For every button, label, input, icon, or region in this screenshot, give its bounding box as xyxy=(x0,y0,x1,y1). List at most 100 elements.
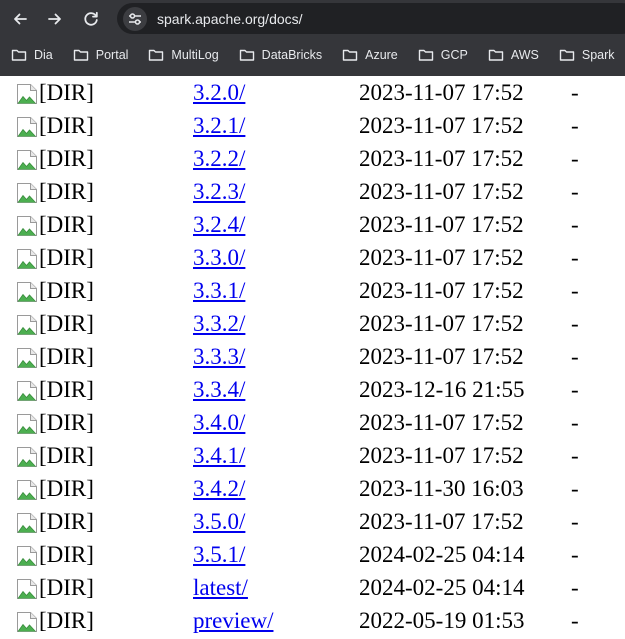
reload-button[interactable] xyxy=(78,6,104,32)
directory-link[interactable]: 3.3.3/ xyxy=(193,344,245,370)
listing-row: [DIR] 3.2.4/ 2023-11-07 17:52 - xyxy=(0,208,625,241)
broken-image-icon xyxy=(16,413,38,435)
url-text[interactable]: spark.apache.org/docs/ xyxy=(157,11,303,27)
folder-icon xyxy=(73,49,88,61)
address-bar[interactable]: spark.apache.org/docs/ xyxy=(117,3,625,34)
directory-link[interactable]: 3.4.0/ xyxy=(193,410,245,436)
image-alt-text: [DIR] xyxy=(39,245,94,270)
directory-link[interactable]: 3.3.4/ xyxy=(193,377,245,403)
image-alt-text: [DIR] xyxy=(39,113,94,138)
file-size: - xyxy=(571,80,579,105)
image-alt-text: [DIR] xyxy=(39,542,94,567)
last-modified: 2023-11-07 17:52 xyxy=(359,344,524,369)
last-modified: 2023-12-16 21:55 xyxy=(359,377,525,402)
directory-link[interactable]: 3.3.2/ xyxy=(193,311,245,337)
directory-link[interactable]: 3.2.4/ xyxy=(193,212,245,238)
folder-icon xyxy=(488,49,504,61)
directory-link[interactable]: 3.3.0/ xyxy=(193,245,245,271)
broken-image-icon xyxy=(16,446,38,468)
bookmark-label: MultiLog xyxy=(171,48,219,62)
directory-link[interactable]: 3.5.1/ xyxy=(193,542,245,568)
directory-link[interactable]: preview/ xyxy=(193,608,273,634)
directory-link[interactable]: 3.5.0/ xyxy=(193,509,245,535)
file-size: - xyxy=(571,311,579,336)
last-modified: 2023-11-07 17:52 xyxy=(359,509,524,534)
listing-row: [DIR] latest/ 2024-02-25 04:14 - xyxy=(0,571,625,604)
listing-row: [DIR] 3.3.0/ 2023-11-07 17:52 - xyxy=(0,241,625,274)
file-size: - xyxy=(571,146,579,171)
directory-link[interactable]: latest/ xyxy=(193,575,248,601)
broken-image-icon xyxy=(16,380,38,402)
broken-image-icon xyxy=(16,611,38,633)
bookmark-folder-aws[interactable]: AWS xyxy=(488,48,539,62)
broken-image-icon xyxy=(16,347,38,369)
directory-link[interactable]: 3.4.1/ xyxy=(193,443,245,469)
bookmark-folder-gcp[interactable]: GCP xyxy=(418,48,468,62)
forward-button[interactable] xyxy=(42,6,68,32)
bookmark-folder-dia[interactable]: Dia xyxy=(11,48,53,62)
bookmark-label: GCP xyxy=(440,48,468,62)
file-size: - xyxy=(571,410,579,435)
bookmark-folder-azure[interactable]: Azure xyxy=(342,48,398,62)
last-modified: 2022-05-19 01:53 xyxy=(359,608,525,633)
file-size: - xyxy=(571,212,579,237)
directory-link[interactable]: 3.3.1/ xyxy=(193,278,245,304)
bookmark-folder-multilog[interactable]: MultiLog xyxy=(148,48,219,62)
directory-link[interactable]: 3.2.2/ xyxy=(193,146,245,172)
bookmark-label: Spark xyxy=(581,48,615,62)
image-alt-text: [DIR] xyxy=(39,311,94,336)
tune-icon xyxy=(129,12,141,25)
back-button[interactable] xyxy=(7,6,33,32)
last-modified: 2023-11-07 17:52 xyxy=(359,212,524,237)
listing-row: [DIR] 3.5.0/ 2023-11-07 17:52 - xyxy=(0,505,625,538)
image-alt-text: [DIR] xyxy=(39,443,94,468)
image-alt-text: [DIR] xyxy=(39,410,94,435)
last-modified: 2023-11-07 17:52 xyxy=(359,146,524,171)
last-modified: 2023-11-07 17:52 xyxy=(359,278,524,303)
broken-image-icon xyxy=(16,215,38,237)
file-size: - xyxy=(571,278,579,303)
file-size: - xyxy=(571,344,579,369)
broken-image-icon xyxy=(16,578,38,600)
last-modified: 2023-11-30 16:03 xyxy=(359,476,524,501)
bookmark-label: Dia xyxy=(34,48,53,62)
file-size: - xyxy=(571,179,579,204)
file-size: - xyxy=(571,575,579,600)
broken-image-icon xyxy=(16,182,38,204)
file-size: - xyxy=(571,377,579,402)
last-modified: 2024-02-25 04:14 xyxy=(359,575,525,600)
directory-listing: [DIR] 3.2.0/ 2023-11-07 17:52 - [DIR] 3.… xyxy=(0,76,625,637)
directory-link[interactable]: 3.2.0/ xyxy=(193,80,245,106)
file-size: - xyxy=(571,245,579,270)
directory-link[interactable]: 3.4.2/ xyxy=(193,476,245,502)
bookmark-folder-portal[interactable]: Portal xyxy=(73,48,128,62)
listing-row: [DIR] 3.2.0/ 2023-11-07 17:52 - xyxy=(0,76,625,109)
arrow-right-icon xyxy=(48,13,61,25)
last-modified: 2023-11-07 17:52 xyxy=(359,311,524,336)
folder-icon xyxy=(11,49,27,61)
folder-icon xyxy=(149,49,164,61)
image-alt-text: [DIR] xyxy=(39,80,94,105)
listing-row: [DIR] 3.4.1/ 2023-11-07 17:52 - xyxy=(0,439,625,472)
bookmark-label: DataBricks xyxy=(261,48,323,62)
listing-row: [DIR] 3.2.3/ 2023-11-07 17:52 - xyxy=(0,175,625,208)
site-info-button[interactable] xyxy=(123,6,147,31)
arrow-left-icon xyxy=(14,13,27,25)
folder-icon xyxy=(239,49,254,61)
bookmark-folder-databricks[interactable]: DataBricks xyxy=(239,48,322,62)
file-size: - xyxy=(571,542,579,567)
last-modified: 2023-11-07 17:52 xyxy=(359,80,524,105)
listing-row: [DIR] 3.3.4/ 2023-12-16 21:55 - xyxy=(0,373,625,406)
file-size: - xyxy=(571,476,579,501)
bookmark-folder-spark[interactable]: Spark xyxy=(559,48,615,62)
directory-link[interactable]: 3.2.1/ xyxy=(193,113,245,139)
last-modified: 2024-02-25 04:14 xyxy=(359,542,525,567)
broken-image-icon xyxy=(16,512,38,534)
broken-image-icon xyxy=(16,314,38,336)
image-alt-text: [DIR] xyxy=(39,212,94,237)
reload-icon xyxy=(84,11,98,26)
broken-image-icon xyxy=(16,281,38,303)
directory-link[interactable]: 3.2.3/ xyxy=(193,179,245,205)
listing-row: [DIR] 3.4.0/ 2023-11-07 17:52 - xyxy=(0,406,625,439)
image-alt-text: [DIR] xyxy=(39,377,94,402)
